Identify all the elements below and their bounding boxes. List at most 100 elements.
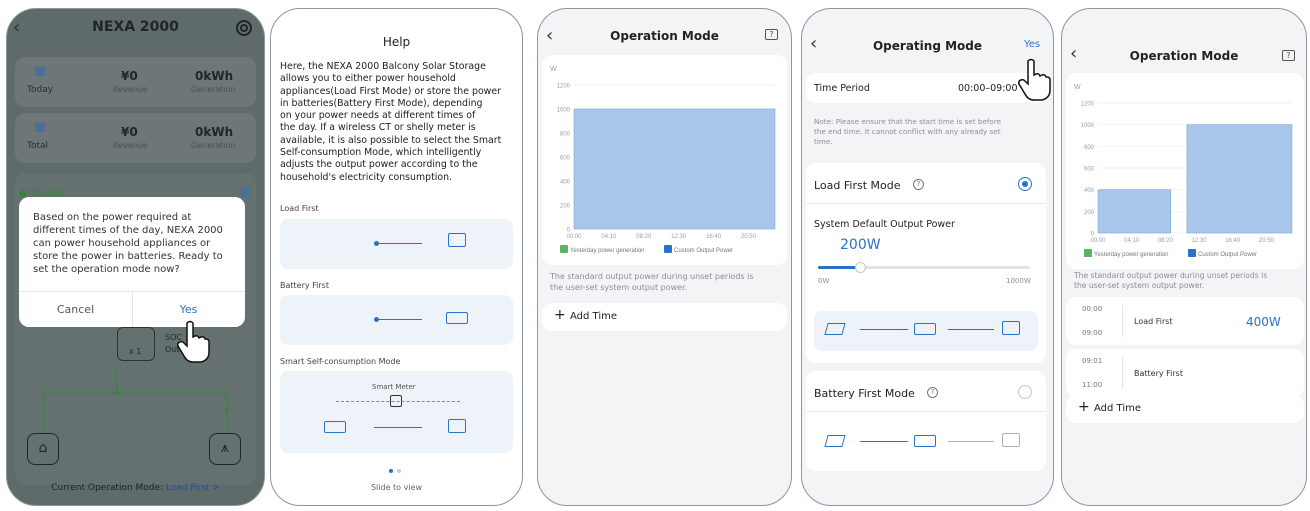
current-mode-prefix: Current Operation Mode:: [51, 483, 164, 493]
page-title: Operation Mode: [1129, 49, 1239, 63]
schedule-row[interactable]: 00:00 09:00 Load First 400W: [1066, 297, 1304, 345]
cancel-button[interactable]: Cancel: [19, 303, 132, 316]
calendar-icon: [35, 67, 45, 76]
house-icon: [448, 419, 466, 433]
current-mode-text[interactable]: Current Operation Mode: Load First >: [7, 483, 264, 493]
x-tick-label: 16:40: [1225, 238, 1241, 244]
legend-swatch-custom: [664, 245, 672, 253]
x-tick-label: 04:10: [601, 234, 617, 240]
x-tick-label: 12:30: [1192, 238, 1208, 244]
yes-button[interactable]: Yes: [1024, 39, 1040, 50]
flow-line: [948, 329, 994, 330]
battery-first-radio[interactable]: [1018, 385, 1032, 399]
note-line: the user-set system output power.: [1074, 281, 1205, 290]
info-icon[interactable]: ?: [913, 179, 924, 190]
calendar-icon: [35, 123, 45, 132]
dialog-message: Based on the power required at different…: [33, 212, 223, 275]
legend-swatch-generation: [560, 245, 568, 253]
battery-first-card[interactable]: Battery First Mode ?: [806, 371, 1046, 471]
legend-swatch-generation: [1084, 249, 1092, 257]
phone-help-screen: Help Here, the NEXA 2000 Balcony Solar S…: [270, 8, 523, 506]
y-tick-label: 200: [560, 204, 571, 210]
section-battery-first: Battery First: [280, 281, 329, 290]
total-generation-label: Generation: [191, 141, 236, 150]
slide-hint: Slide to view: [370, 483, 423, 492]
load-first-radio-selected[interactable]: [1018, 177, 1032, 191]
grid-icon: ⌂: [27, 433, 59, 465]
x-tick-label: 16:40: [706, 234, 722, 240]
battery-icon: [324, 421, 346, 433]
help-icon[interactable]: ?: [765, 29, 778, 40]
row-mode: Battery First: [1134, 369, 1183, 378]
y-tick-label: 1000: [1081, 123, 1095, 129]
default-power-label: System Default Output Power: [814, 219, 955, 230]
add-time-button[interactable]: + Add Time: [542, 303, 787, 331]
total-generation: 0kWh: [195, 125, 234, 139]
chevron-right-icon: >: [212, 483, 220, 493]
power-chart: W 0 200 400 600 800 1000 1200 00:00 04:10 08:20 12:…: [1074, 84, 1293, 258]
x-tick-label: 20:50: [741, 234, 757, 240]
y-tick-label: 1200: [557, 84, 571, 90]
row-end-time: 11:00: [1082, 381, 1103, 389]
slider-max-label: 1000W: [1006, 277, 1031, 285]
load-first-card[interactable]: Load First Mode ? System Default Output …: [806, 163, 1046, 363]
row-divider: [1122, 357, 1123, 389]
power-chart: W 0 200 400 600 800 1000 1200 00:00 04:10 08:20 12:…: [550, 66, 776, 254]
note-line: time.: [814, 137, 833, 146]
help-icon[interactable]: ?: [1282, 50, 1295, 61]
y-tick-label: 0: [1091, 232, 1095, 238]
mode-prompt-dialog: Based on the power required at different…: [19, 197, 245, 327]
page-indicator: [397, 469, 401, 473]
solar-panel-icon: [824, 323, 846, 335]
add-time-label: Add Time: [570, 311, 618, 322]
note-line: The standard output power during unset p…: [550, 272, 754, 281]
battery-first-title: Battery First Mode: [814, 387, 915, 400]
x-tick-label: 04:10: [1124, 238, 1140, 244]
add-time-label: Add Time: [1094, 403, 1142, 414]
row-power: 400W: [1246, 315, 1281, 329]
power-slider-thumb[interactable]: [855, 262, 867, 273]
help-line: the day. If a wireless CT or shelly mete…: [280, 122, 476, 134]
chart-card: W 0 200 400 600 800 1000 1200 00:00 04:10 08:20 12:…: [1066, 73, 1304, 269]
x-tick-label: 08:20: [1158, 238, 1174, 244]
help-line: Self-consumption Mode, which intelligent…: [280, 147, 482, 159]
power-slider-track[interactable]: [818, 262, 1030, 273]
battery-first-illustration: [280, 295, 513, 345]
tower-icon: ⩚: [209, 433, 241, 465]
flow-dot: [374, 241, 379, 246]
flow-line: [374, 319, 422, 320]
y-tick-label: 1000: [557, 108, 571, 114]
bar: [573, 108, 776, 230]
schedule-row[interactable]: 09:01 11:00 Battery First: [1066, 349, 1304, 397]
load-first-title: Load First Mode: [814, 179, 901, 192]
total-stats-card: Total ¥0 Revenue 0kWh Generation: [15, 113, 256, 163]
battery-icon: [446, 312, 468, 324]
flow-line: [860, 441, 908, 442]
smart-meter-label: Smart Meter: [372, 383, 416, 391]
today-revenue-label: Revenue: [113, 85, 148, 94]
time-note: Note: Please ensure that the start time …: [814, 117, 1001, 147]
time-period-row[interactable]: Time Period 00:00–09:00: [806, 73, 1046, 103]
y-tick-label: 600: [560, 156, 571, 162]
help-body: Here, the NEXA 2000 Balcony Solar Storag…: [280, 61, 501, 184]
phone-operating-mode-edit-screen: ‹ Operating Mode Yes Time Period 00:00–0…: [801, 8, 1054, 506]
yes-button[interactable]: Yes: [132, 303, 245, 316]
battery-first-flow: [814, 425, 1038, 459]
phone-operation-mode-result-screen: ‹ Operation Mode ? W 0 200 400 600 800 1000 120…: [1061, 8, 1307, 506]
add-time-button[interactable]: + Add Time: [1066, 395, 1304, 423]
help-line: adjusts the output power according to th…: [280, 159, 478, 171]
house-icon: [448, 233, 466, 247]
y-tick-label: 1200: [1081, 102, 1095, 108]
help-line: household's electricity consumption.: [280, 171, 453, 183]
flow-line: [374, 427, 422, 428]
info-icon[interactable]: ?: [927, 387, 938, 398]
plus-icon: +: [554, 307, 566, 323]
x-tick-label: 12:30: [671, 234, 687, 240]
help-line: allows you to either power household: [280, 73, 456, 85]
legend-label-custom: Custom Output Power: [1198, 252, 1257, 258]
page-indicator-active: [389, 469, 393, 473]
info-note: The standard output power during unset p…: [1074, 271, 1267, 291]
settings-icon[interactable]: [234, 18, 254, 38]
today-stats-card: Today ¥0 Revenue 0kWh Generation: [15, 57, 256, 107]
y-axis-unit: W: [550, 66, 557, 73]
